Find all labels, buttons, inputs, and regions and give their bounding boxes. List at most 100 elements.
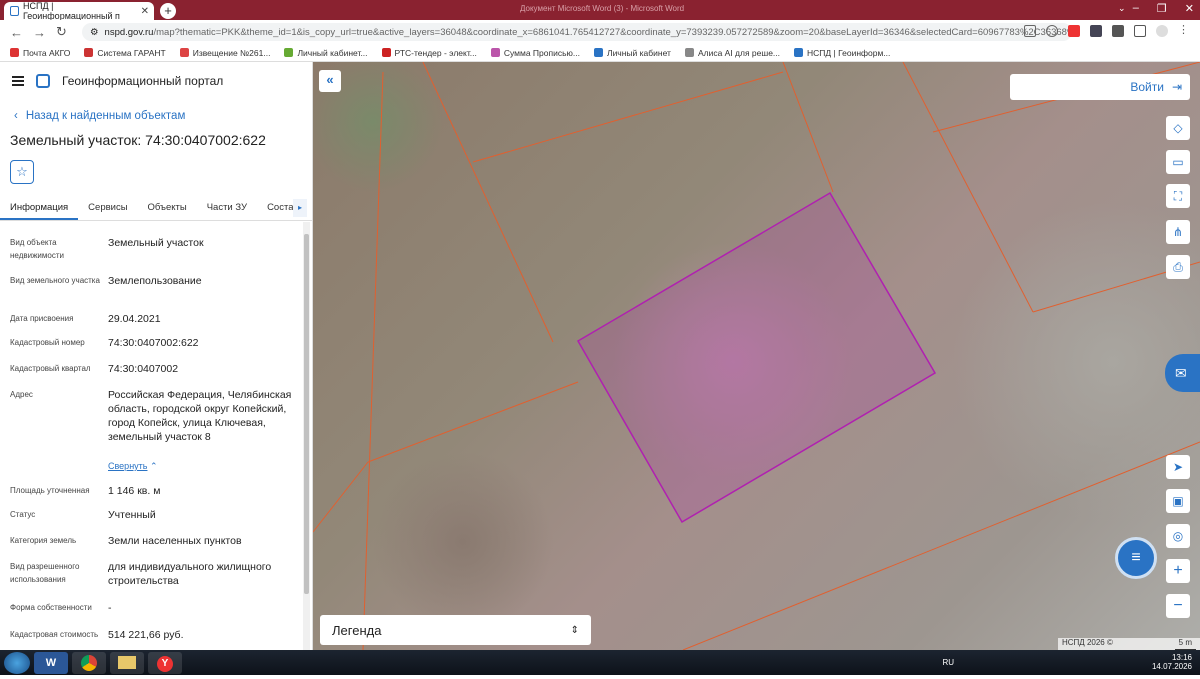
nspd-favicon-icon <box>10 6 19 16</box>
tabs-scroll-right-icon[interactable]: ▸ <box>293 199 307 217</box>
bookmark-item[interactable]: НСПД | Геоинформ... <box>794 48 890 58</box>
bookmark-label: Алиса AI для реше... <box>697 47 781 58</box>
zoom-in-button[interactable]: + <box>1166 559 1190 583</box>
clock-date: 14.07.2026 <box>1151 662 1192 671</box>
ruler-button[interactable]: ▭ <box>1166 150 1190 174</box>
login-label: Войти <box>1130 80 1164 94</box>
map-view[interactable]: « Войти ⇥ ◇ ▭ ⛶ ⋔ ⎙ ✉ ➤ ▣ ◎ ≡ + − Легенд… <box>313 62 1200 650</box>
collapse-label: Свернуть <box>108 461 148 471</box>
select-area-button[interactable]: ⛶ <box>1166 184 1190 208</box>
share-nodes-icon: ⋔ <box>1172 225 1184 239</box>
bookmark-item[interactable]: Сумма Прописью... <box>490 47 580 58</box>
reload-icon[interactable]: ↻ <box>56 24 67 40</box>
close-tab-icon[interactable]: ✕ <box>141 6 149 17</box>
site-info-icon[interactable]: ⚙ <box>90 27 99 38</box>
attribution-text: НСПД 2026 © <box>1062 638 1113 647</box>
support-chat-button[interactable]: ≡ <box>1115 537 1157 579</box>
bookmark-favicon-icon <box>84 48 94 57</box>
panel-scrollbar[interactable] <box>303 222 310 650</box>
tab-services[interactable]: Сервисы <box>78 196 137 220</box>
geolocation-button[interactable]: ➤ <box>1166 455 1190 479</box>
bookmark-item[interactable]: Личный кабинет <box>593 48 671 58</box>
prop-value: 74:30:0407002 <box>108 363 179 375</box>
puzzle-extensions-icon[interactable] <box>1112 25 1124 37</box>
favorite-star-button[interactable]: ☆ <box>10 160 34 184</box>
bookmark-label: Сумма Прописью... <box>503 47 580 58</box>
navigate-arrow-icon: ➤ <box>1172 460 1184 474</box>
profile-avatar-icon[interactable] <box>1156 25 1168 37</box>
collapse-address-link[interactable]: Свернуть ⌃ <box>108 461 158 472</box>
parcel-boundary-line <box>422 62 554 343</box>
print-button[interactable]: ⎙ <box>1166 255 1190 279</box>
collapse-panel-button[interactable]: « <box>319 70 341 92</box>
chevron-left-icon: ‹ <box>14 110 18 122</box>
forward-icon[interactable]: → <box>33 25 46 40</box>
chevron-updown-icon: ⇕ <box>570 624 579 636</box>
yandex-taskbar-icon[interactable]: Y <box>148 651 182 674</box>
bookmark-star-icon[interactable] <box>1046 25 1058 37</box>
tab-objects[interactable]: Объекты <box>138 196 197 220</box>
yandex-extension-icon[interactable] <box>1068 25 1080 37</box>
bookmark-item[interactable]: Личный кабинет... <box>284 47 368 58</box>
page-title: Земельный участок: 74:30:0407002:622 <box>10 132 266 148</box>
prop-value: для индивидуального жилищного строительс… <box>108 561 272 587</box>
sidebar-icon[interactable] <box>1134 25 1146 37</box>
tab-search-icon[interactable]: ⌄ <box>1118 3 1126 14</box>
prop-key: Вид объекта недвижимости <box>10 238 64 260</box>
tab-info[interactable]: Информация <box>0 196 79 220</box>
map-attribution: НСПД 2026 © 5 m <box>1058 638 1200 650</box>
parcel-boundary-line <box>362 71 384 650</box>
language-indicator[interactable]: RU <box>942 658 954 667</box>
scale-bar: 5 m <box>1174 638 1196 650</box>
parcel-boundary-line <box>472 71 784 163</box>
bookmark-item[interactable]: Почта АКГО <box>10 48 70 58</box>
share-icon[interactable] <box>1024 25 1036 37</box>
bookmark-label: РТС-тендер - элект... <box>394 47 477 58</box>
search-location-button[interactable]: ◎ <box>1166 524 1190 548</box>
scrollbar-thumb[interactable] <box>304 234 309 594</box>
url-input[interactable]: ⚙ nspd.gov.ru/map?thematic=PKK&theme_id=… <box>82 23 1072 41</box>
browser-tab[interactable]: НСПД | Геоинформационный п ✕ <box>4 1 154 21</box>
minimize-icon[interactable]: – <box>1133 2 1139 15</box>
zoom-out-button[interactable]: − <box>1166 594 1190 618</box>
prop-value: 1 146 кв. м <box>108 485 161 497</box>
new-tab-button[interactable]: + <box>160 3 176 19</box>
prop-value: Землепользование <box>108 275 202 287</box>
parcel-boundary-line <box>367 381 579 463</box>
prop-value: 514 221,66 руб. <box>108 629 184 641</box>
prop-value: Российская Федерация, Челябинская област… <box>108 389 292 443</box>
bookmark-item[interactable]: Алиса AI для реше... <box>684 47 781 58</box>
menu-kebab-icon[interactable]: ⋮ <box>1178 25 1190 37</box>
start-button[interactable] <box>4 651 30 674</box>
bookmark-item[interactable]: РТС-тендер - элект... <box>381 47 477 58</box>
tab-parts[interactable]: Части ЗУ <box>197 196 257 220</box>
chat-bubble-icon: ✉ <box>1175 365 1187 381</box>
shield-extension-icon[interactable] <box>1090 25 1102 37</box>
bookmark-item[interactable]: Извещение №261... <box>179 48 270 58</box>
plus-icon: + <box>1173 562 1183 579</box>
chrome-taskbar-icon[interactable] <box>72 651 106 674</box>
prop-key: Форма собственности <box>10 603 92 612</box>
bookmark-label: Почта АКГО <box>23 47 71 58</box>
bookmark-label: Личный кабинет... <box>297 47 368 58</box>
system-clock[interactable]: 13:16 14.07.2026 <box>1152 653 1192 671</box>
services-side-tab[interactable]: ✉ <box>1165 354 1200 392</box>
back-icon[interactable]: ← <box>10 25 23 40</box>
layers-button[interactable]: ◇ <box>1166 116 1190 140</box>
chat-lines-icon: ≡ <box>1131 549 1141 566</box>
share-map-button[interactable]: ⋔ <box>1166 220 1190 244</box>
back-to-results-link[interactable]: ‹ Назад к найденным объектам <box>14 110 312 122</box>
word-taskbar-icon[interactable]: W <box>34 651 68 674</box>
prop-key: Кадастровый квартал <box>10 364 91 373</box>
minimap-button[interactable]: ▣ <box>1166 489 1190 513</box>
legend-dropdown[interactable]: Легенда ⇕ <box>320 615 591 645</box>
explorer-taskbar-icon[interactable] <box>110 651 144 674</box>
portal-logo-icon <box>36 74 50 88</box>
close-window-icon[interactable]: ✕ <box>1185 2 1194 15</box>
bookmark-item[interactable]: Система ГАРАНТ <box>84 48 166 58</box>
maximize-icon[interactable]: ❐ <box>1157 2 1167 15</box>
login-button[interactable]: Войти ⇥ <box>1010 74 1190 100</box>
window-controls: – ❐ ✕ <box>1133 2 1194 15</box>
hamburger-menu-icon[interactable] <box>12 76 24 86</box>
prop-value: 29.04.2021 <box>108 313 161 325</box>
